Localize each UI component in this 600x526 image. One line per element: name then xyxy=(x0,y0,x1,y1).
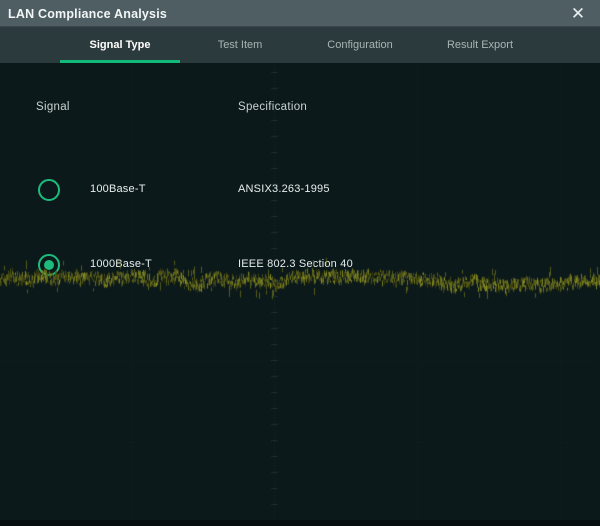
tab-label: Test Item xyxy=(218,39,263,51)
signal-name: 1000Base-T xyxy=(90,258,152,270)
tab-signal-type[interactable]: Signal Type xyxy=(60,27,180,63)
radio-1000base-t[interactable] xyxy=(38,254,60,276)
tab-label: Configuration xyxy=(327,39,392,51)
screen-bottom-edge xyxy=(0,520,600,526)
tab-label: Signal Type xyxy=(90,39,151,51)
table-row-1000base-t[interactable]: 1000Base-T IEEE 802.3 Section 40 xyxy=(0,253,600,277)
radio-dot xyxy=(44,260,54,270)
radio-dot xyxy=(44,185,54,195)
tab-test-item[interactable]: Test Item xyxy=(180,27,300,63)
dialog-titlebar: LAN Compliance Analysis ✕ xyxy=(0,0,600,27)
tab-bar: Signal Type Test Item Configuration Resu… xyxy=(0,27,600,63)
tab-result-export[interactable]: Result Export xyxy=(420,27,540,63)
tab-label: Result Export xyxy=(447,39,513,51)
close-icon[interactable]: ✕ xyxy=(566,0,590,27)
tab-configuration[interactable]: Configuration xyxy=(300,27,420,63)
table-row-100base-t[interactable]: 100Base-T ANSIX3.263-1995 xyxy=(0,178,600,202)
dialog-body: Signal Specification 100Base-T ANSIX3.26… xyxy=(0,63,600,520)
signal-specification: IEEE 802.3 Section 40 xyxy=(238,258,353,270)
dialog-title: LAN Compliance Analysis xyxy=(8,7,167,21)
column-header-signal: Signal xyxy=(36,101,70,113)
signal-specification: ANSIX3.263-1995 xyxy=(238,183,330,195)
column-header-specification: Specification xyxy=(238,101,307,113)
radio-100base-t[interactable] xyxy=(38,179,60,201)
signal-name: 100Base-T xyxy=(90,183,146,195)
oscilloscope-screen: LAN Compliance Analysis ✕ Signal Type Te… xyxy=(0,0,600,526)
